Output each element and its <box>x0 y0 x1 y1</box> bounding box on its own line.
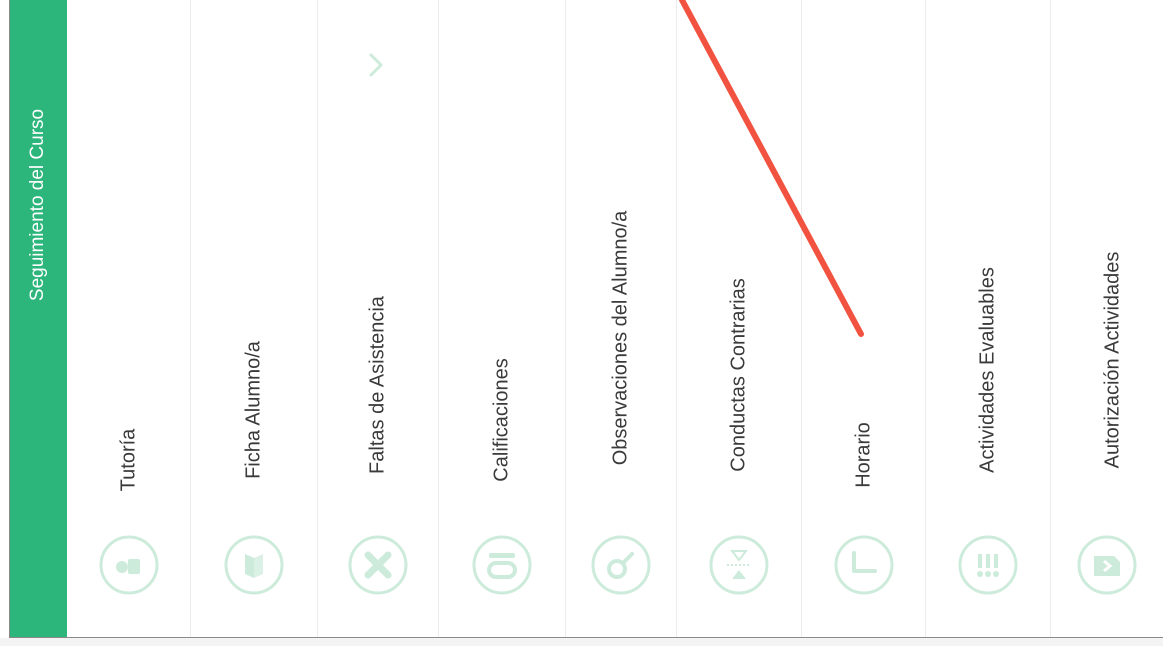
document-icon <box>1077 535 1137 595</box>
menu-item-actividades[interactable]: Actividades Evaluables <box>926 0 1051 637</box>
menu-item-label: Calificaciones <box>490 358 513 482</box>
section-title: Seguimiento del Curso <box>27 108 48 302</box>
menu-item-conductas[interactable]: Conductas Contrarias <box>677 0 802 637</box>
menu-item-label: Conductas Contrarias <box>727 278 750 472</box>
grade-10-icon <box>472 535 532 595</box>
tutoria-icon <box>99 535 158 595</box>
menu-item-label: Actividades Evaluables <box>976 267 999 473</box>
menu-item-label: Horario <box>852 422 875 488</box>
menu-item-observaciones[interactable]: Observaciones del Alumno/a <box>566 0 677 637</box>
menu-item-ficha[interactable]: Ficha Alumno/a <box>191 0 318 637</box>
clock-icon <box>834 535 893 595</box>
menu-item-autorizacion[interactable]: Autorización Actividades <box>1051 0 1163 637</box>
menu-item-label: Autorización Actividades <box>1101 251 1124 469</box>
section-header <box>10 0 67 637</box>
menu-item-tutoria[interactable]: Tutoría <box>67 0 191 637</box>
menu-item-label: Ficha Alumno/a <box>242 341 265 479</box>
menu-item-horario[interactable]: Horario <box>802 0 926 637</box>
hourglass-icon <box>709 535 769 595</box>
menu-item-faltas[interactable]: Faltas de Asistencia <box>318 0 439 637</box>
menu-item-calificaciones[interactable]: Calificaciones <box>439 0 566 637</box>
ficha-icon <box>224 535 284 595</box>
menu-item-label: Faltas de Asistencia <box>366 296 389 474</box>
menu-item-label: Tutoría <box>117 428 140 492</box>
bottom-strip <box>0 638 1163 646</box>
menu-item-label: Observaciones del Alumno/a <box>609 210 632 466</box>
close-x-icon <box>348 535 408 595</box>
magnifier-icon <box>591 535 651 595</box>
exclamation-icon <box>958 535 1018 595</box>
chevron-right-icon[interactable] <box>366 51 386 79</box>
